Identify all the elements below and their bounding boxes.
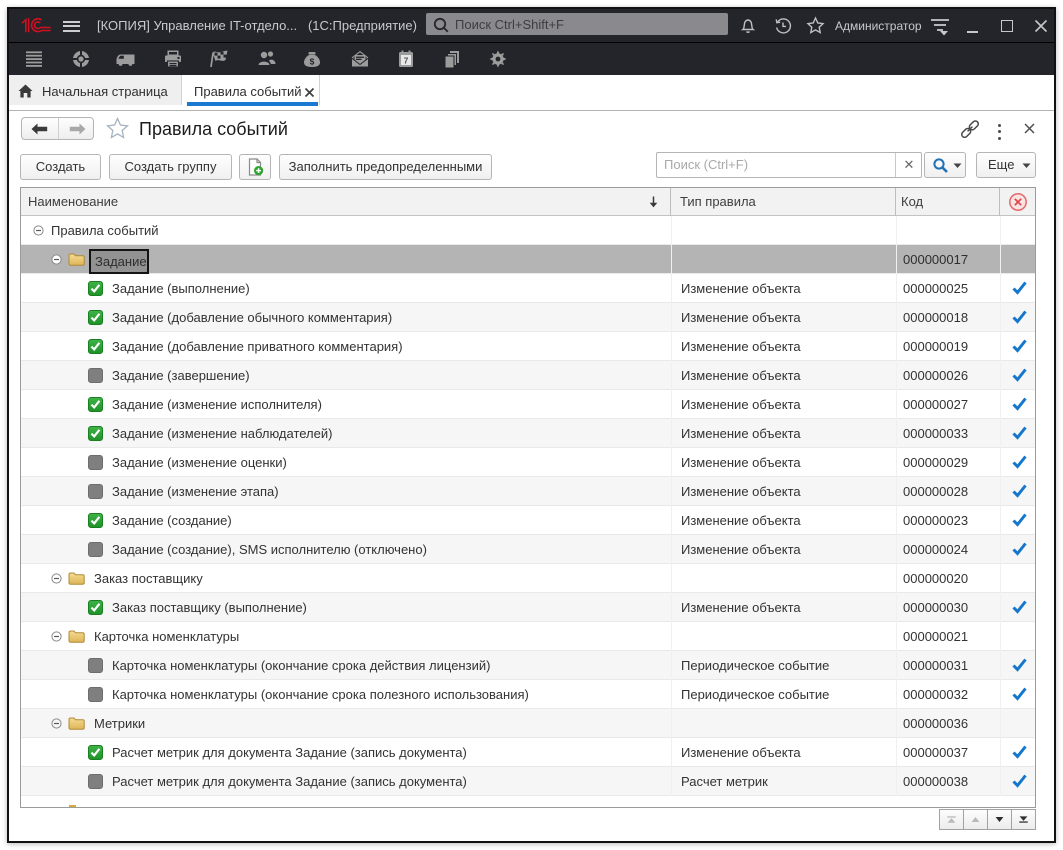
svg-text:$: $ <box>310 56 315 66</box>
svg-text:7: 7 <box>404 55 409 65</box>
